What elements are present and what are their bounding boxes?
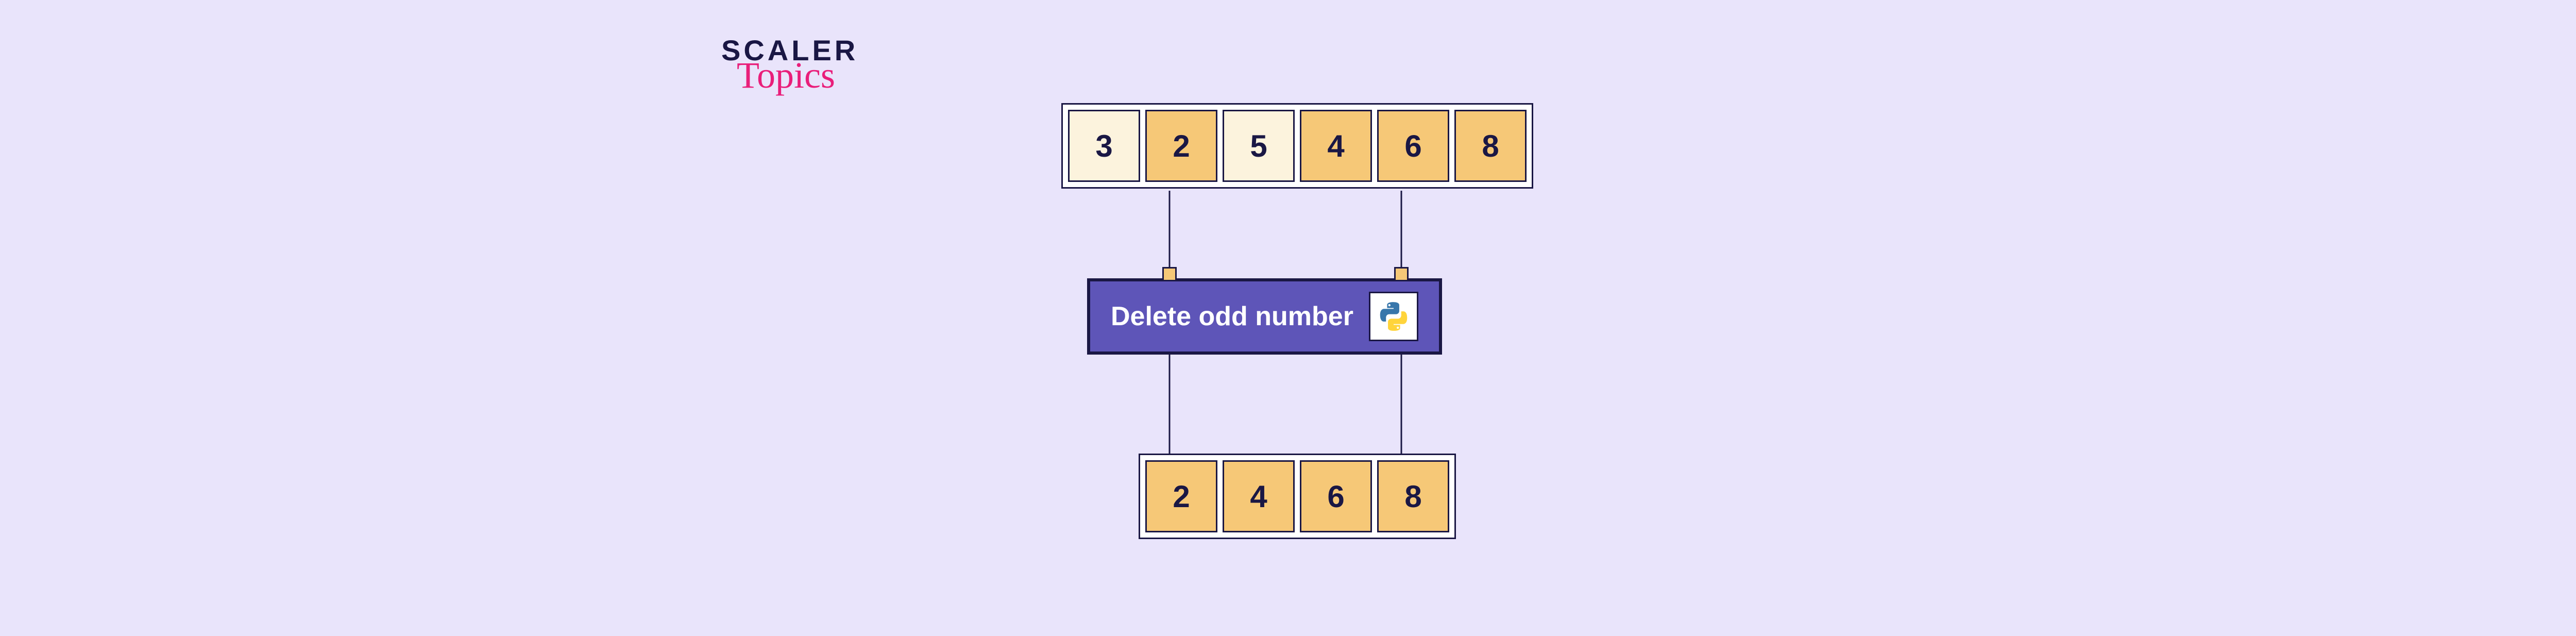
process-box: Delete odd number — [1087, 278, 1442, 355]
python-icon — [1369, 292, 1418, 341]
array-cell: 6 — [1377, 110, 1449, 182]
process-label: Delete odd number — [1111, 301, 1353, 332]
array-cell: 4 — [1300, 110, 1372, 182]
array-cell: 6 — [1300, 460, 1372, 532]
array-cell: 8 — [1454, 110, 1527, 182]
output-array: 2468 — [1139, 454, 1456, 539]
connector-node — [1162, 267, 1177, 281]
connector-node — [1394, 267, 1409, 281]
array-cell: 4 — [1223, 460, 1295, 532]
array-cell: 2 — [1145, 460, 1217, 532]
scaler-topics-logo: SCALER Topics — [721, 36, 858, 91]
diagram-canvas: 325468 Delete odd number 2468 — [1041, 103, 1659, 567]
array-cell: 5 — [1223, 110, 1295, 182]
array-cell: 8 — [1377, 460, 1449, 532]
input-array: 325468 — [1061, 103, 1533, 189]
array-cell: 3 — [1068, 110, 1140, 182]
array-cell: 2 — [1145, 110, 1217, 182]
